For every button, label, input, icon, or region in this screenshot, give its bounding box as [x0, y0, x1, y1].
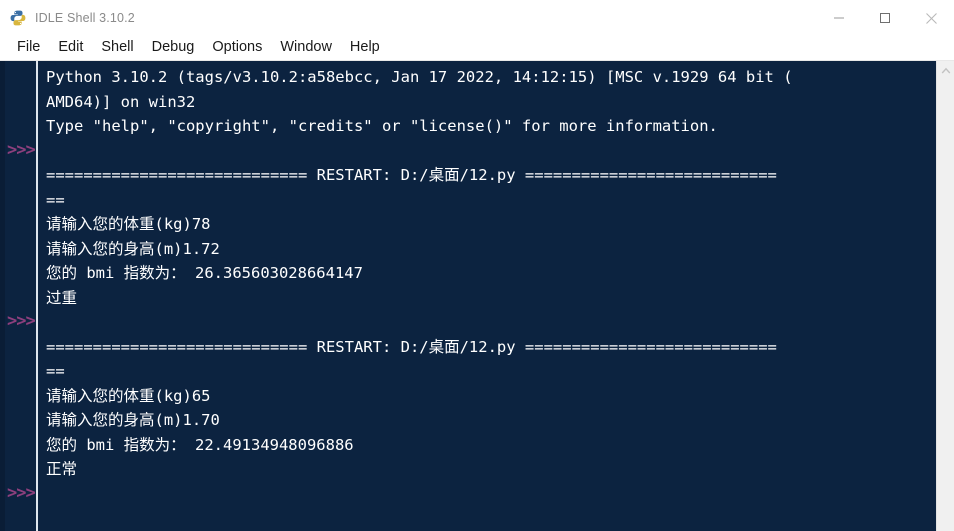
- console-line: 请输入您的身高(m)1.70: [46, 411, 220, 429]
- shell-output-region: >>> >>> >>> Python 3.10.2 (tags/v3.10.2:a5…: [0, 61, 954, 531]
- console-line: ==: [46, 362, 65, 380]
- prompt-gutter: >>> >>> >>>: [5, 61, 38, 531]
- python-logo-icon: [10, 10, 26, 26]
- console-line: Python 3.10.2 (tags/v3.10.2:a58ebcc, Jan…: [46, 68, 793, 86]
- close-button[interactable]: [908, 0, 954, 36]
- console-line: 请输入您的体重(kg)65: [46, 386, 211, 405]
- console-line: ============================ RESTART: D:…: [46, 166, 777, 184]
- menu-item-window[interactable]: Window: [271, 39, 341, 57]
- console-line: 请输入您的身高(m)1.72: [46, 239, 220, 258]
- shell-console[interactable]: >>> >>> >>> Python 3.10.2 (tags/v3.10.2:a5…: [0, 61, 936, 531]
- console-line: Type "help", "copyright", "credits" or "…: [46, 117, 718, 135]
- vertical-scrollbar[interactable]: [936, 61, 954, 531]
- console-line: 请输入您的体重(kg)78: [46, 215, 211, 233]
- menu-item-help[interactable]: Help: [341, 39, 389, 57]
- console-line: 过重: [46, 288, 78, 307]
- menu-bar: File Edit Shell Debug Options Window Hel…: [0, 36, 954, 61]
- minimize-button[interactable]: [816, 0, 862, 36]
- console-line: 您的 bmi 指数为： 22.49134948096886: [46, 435, 354, 454]
- idle-shell-window: IDLE Shell 3.10.2 File Edit Shell Debug …: [0, 0, 954, 531]
- menu-item-shell[interactable]: Shell: [92, 39, 142, 57]
- window-controls: [816, 0, 954, 36]
- prompt-marker: >>>: [7, 311, 36, 331]
- prompt-marker: >>>: [7, 139, 36, 160]
- title-bar: IDLE Shell 3.10.2: [0, 0, 954, 36]
- scroll-up-arrow-icon[interactable]: [937, 61, 954, 81]
- console-line: 您的 bmi 指数为： 26.365603028664147: [46, 264, 363, 282]
- maximize-button[interactable]: [862, 0, 908, 36]
- menu-item-file[interactable]: File: [8, 39, 49, 57]
- scrollbar-track[interactable]: [936, 81, 954, 531]
- menu-item-edit[interactable]: Edit: [49, 39, 92, 57]
- console-text[interactable]: Python 3.10.2 (tags/v3.10.2:a58ebcc, Jan…: [38, 61, 936, 531]
- menu-item-options[interactable]: Options: [203, 39, 271, 57]
- prompt-marker: >>>: [7, 482, 36, 503]
- window-title: IDLE Shell 3.10.2: [35, 11, 135, 25]
- menu-item-debug[interactable]: Debug: [143, 39, 204, 57]
- console-line: ============================ RESTART: D:…: [46, 337, 777, 356]
- console-line: AMD64)] on win32: [46, 92, 196, 111]
- console-line: 正常: [46, 460, 78, 478]
- console-line: ==: [46, 190, 65, 209]
